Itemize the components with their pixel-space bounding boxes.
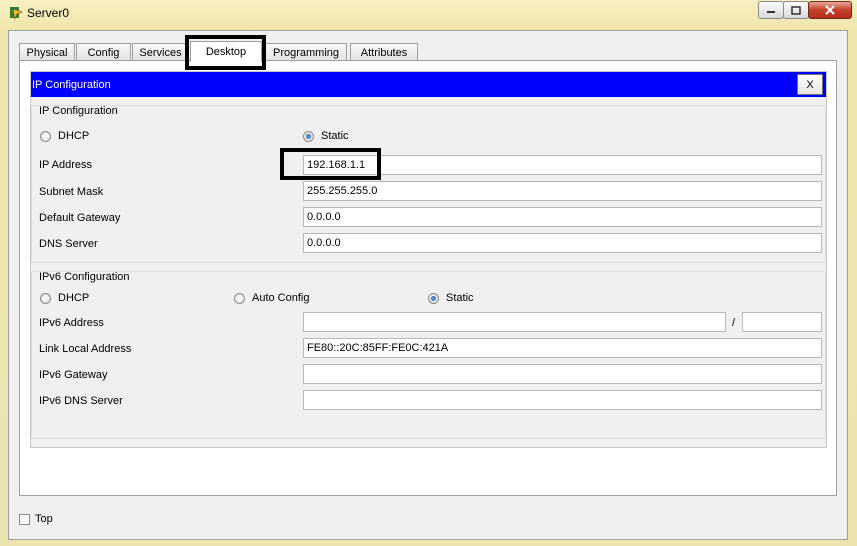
tab-label: Programming: [272, 46, 340, 59]
ipv6-gateway-input[interactable]: [303, 364, 822, 384]
ipv6-auto-config-radio[interactable]: [234, 293, 245, 304]
default-gateway-input[interactable]: [303, 207, 822, 227]
ipv6-static-label: Static: [446, 292, 474, 304]
desktop-tab-panel: IP Configuration X IP Configuration DHCP…: [19, 60, 837, 496]
ipv4-dhcp-label: DHCP: [58, 130, 90, 142]
default-gateway-label: Default Gateway: [39, 212, 121, 224]
maximize-button[interactable]: [783, 1, 809, 19]
ipv6-address-input[interactable]: [303, 312, 726, 332]
ipv6-address-label: IPv6 Address: [39, 317, 104, 329]
top-checkbox-label: Top: [35, 513, 53, 525]
tab-programming[interactable]: Programming: [265, 43, 347, 61]
ip-address-label: IP Address: [39, 159, 92, 171]
tab-label: Desktop: [205, 46, 247, 58]
ipv6-dns-server-label: IPv6 DNS Server: [39, 395, 123, 407]
tab-label: Config: [87, 46, 120, 59]
dialog-header: IP Configuration X: [31, 72, 826, 97]
ipv4-config-group: IP Configuration DHCP Static IP Address …: [31, 105, 826, 263]
tab-label: Services: [139, 46, 182, 59]
tab-attributes[interactable]: Attributes: [350, 43, 418, 61]
ipv4-group-title: IP Configuration: [39, 105, 118, 117]
prefix-separator: /: [732, 317, 736, 329]
ipv6-config-group: IPv6 Configuration DHCP Auto Config Stat…: [31, 271, 826, 439]
ipv6-dhcp-radio[interactable]: [40, 293, 51, 304]
app-window: Server0 Physical Config Services Desktop…: [0, 0, 857, 546]
tab-physical[interactable]: Physical: [19, 43, 75, 61]
top-checkbox[interactable]: [19, 514, 30, 525]
subnet-mask-label: Subnet Mask: [39, 186, 104, 198]
tab-services[interactable]: Services: [132, 43, 189, 61]
ipv4-static-label: Static: [321, 130, 349, 142]
packet-tracer-app-icon: [10, 7, 23, 20]
ipv6-dhcp-label: DHCP: [58, 292, 90, 304]
ipv6-group-title: IPv6 Configuration: [39, 271, 130, 283]
close-icon: [825, 5, 835, 15]
dialog-title: IP Configuration: [32, 78, 111, 91]
ipv6-auto-config-label: Auto Config: [252, 292, 310, 304]
tab-label: Attributes: [360, 46, 408, 59]
window-title: Server0: [27, 6, 70, 20]
dialog-close-button[interactable]: X: [797, 74, 823, 95]
ipv4-dhcp-radio[interactable]: [40, 131, 51, 142]
tab-config[interactable]: Config: [76, 43, 131, 61]
ipv6-prefix-input[interactable]: [742, 312, 822, 332]
maximize-icon: [791, 5, 801, 15]
ipv6-gateway-label: IPv6 Gateway: [39, 369, 108, 381]
title-bar[interactable]: Server0: [0, 0, 857, 26]
tab-label: Physical: [26, 46, 68, 59]
ip-configuration-dialog: IP Configuration X IP Configuration DHCP…: [30, 71, 827, 448]
ipv6-static-radio[interactable]: [428, 293, 439, 304]
link-local-address-label: Link Local Address: [39, 343, 132, 355]
link-local-address-input[interactable]: [303, 338, 822, 358]
tab-desktop[interactable]: Desktop: [190, 41, 262, 62]
ipv4-static-radio[interactable]: [303, 131, 314, 142]
ipv6-dns-server-input[interactable]: [303, 390, 822, 410]
dns-server-label: DNS Server: [39, 238, 98, 250]
minimize-icon: [767, 11, 775, 13]
subnet-mask-input[interactable]: [303, 181, 822, 201]
minimize-button[interactable]: [758, 1, 784, 19]
ip-address-input[interactable]: [303, 155, 822, 175]
device-window-body: Physical Config Services Desktop Program…: [8, 30, 848, 540]
close-window-button[interactable]: [808, 1, 852, 19]
dns-server-input[interactable]: [303, 233, 822, 253]
